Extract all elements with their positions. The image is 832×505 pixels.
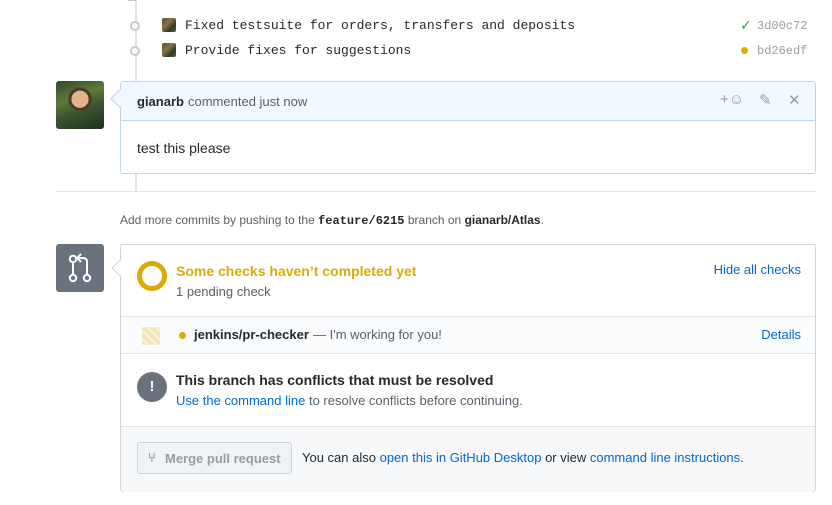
check-row: jenkins/pr-checker — I'm working for you… [121, 316, 815, 354]
commit-dot-icon [130, 21, 140, 31]
commit-author-avatar[interactable] [162, 43, 176, 57]
pending-status-icon[interactable] [741, 47, 748, 54]
commit-dot-icon [130, 46, 140, 56]
commit-connector [128, 0, 136, 1]
pencil-icon[interactable]: ✎ [759, 91, 772, 109]
comment-box: gianarb commented just now +☺ ✎ ✕ test t… [120, 81, 816, 174]
check-description: — I'm working for you! [313, 327, 442, 342]
jenkins-icon [142, 327, 160, 345]
checks-subtitle: 1 pending check [176, 284, 271, 299]
merge-button-label: Merge pull request [165, 451, 281, 466]
conflict-text: to resolve conflicts before continuing. [305, 393, 523, 408]
comment-author[interactable]: gianarb [137, 94, 184, 109]
merge-text: You can also [302, 450, 380, 465]
close-icon[interactable]: ✕ [788, 91, 801, 109]
github-desktop-link[interactable]: open this in GitHub Desktop [380, 450, 542, 465]
merge-text: . [740, 450, 744, 465]
comment-timestamp[interactable]: commented just now [188, 94, 307, 109]
check-success-icon[interactable]: ✓ [740, 17, 752, 34]
push-note: Add more commits by pushing to the featu… [120, 213, 544, 228]
repo-name[interactable]: gianarb/Atlas [465, 213, 541, 227]
conflict-subtitle: Use the command line to resolve conflict… [176, 393, 523, 408]
push-note-text: branch on [404, 213, 465, 227]
git-merge-icon: ⑂ [148, 450, 156, 465]
merge-text: or view [541, 450, 590, 465]
pull-request-icon [56, 244, 104, 292]
push-note-text: Add more commits by pushing to the [120, 213, 319, 227]
merge-pull-request-button[interactable]: ⑂ Merge pull request [137, 442, 292, 474]
pending-ring-icon [137, 261, 167, 291]
commit-sha[interactable]: 3d00c72 [757, 19, 807, 33]
merge-alternatives: You can also open this in GitHub Desktop… [302, 450, 744, 465]
comment-body: test this please [137, 140, 231, 156]
command-line-instructions-link[interactable]: command line instructions [590, 450, 740, 465]
branch-name[interactable]: feature/6215 [318, 214, 404, 228]
push-note-text: . [540, 213, 544, 227]
commit-author-avatar[interactable] [162, 18, 176, 32]
conflict-title: This branch has conflicts that must be r… [176, 372, 494, 388]
commit-sha[interactable]: bd26edf [757, 44, 807, 58]
merge-box: Some checks haven’t completed yet 1 pend… [120, 244, 816, 492]
checks-title: Some checks haven’t completed yet [176, 263, 417, 279]
pending-status-icon [179, 332, 186, 339]
commenter-avatar[interactable] [56, 81, 104, 129]
check-name: jenkins/pr-checker [194, 327, 309, 342]
command-line-link[interactable]: Use the command line [176, 393, 305, 408]
comment-header: gianarb commented just now +☺ ✎ ✕ [121, 82, 815, 121]
add-reaction-icon[interactable]: +☺ [720, 91, 744, 108]
warning-icon: ! [137, 372, 167, 402]
commit-message[interactable]: Fixed testsuite for orders, transfers an… [185, 18, 575, 33]
timeline-divider [56, 191, 816, 192]
hide-all-checks-link[interactable]: Hide all checks [714, 262, 801, 277]
check-details-link[interactable]: Details [761, 327, 801, 342]
merge-footer: ⑂ Merge pull request You can also open t… [121, 426, 815, 492]
commit-message[interactable]: Provide fixes for suggestions [185, 43, 411, 58]
